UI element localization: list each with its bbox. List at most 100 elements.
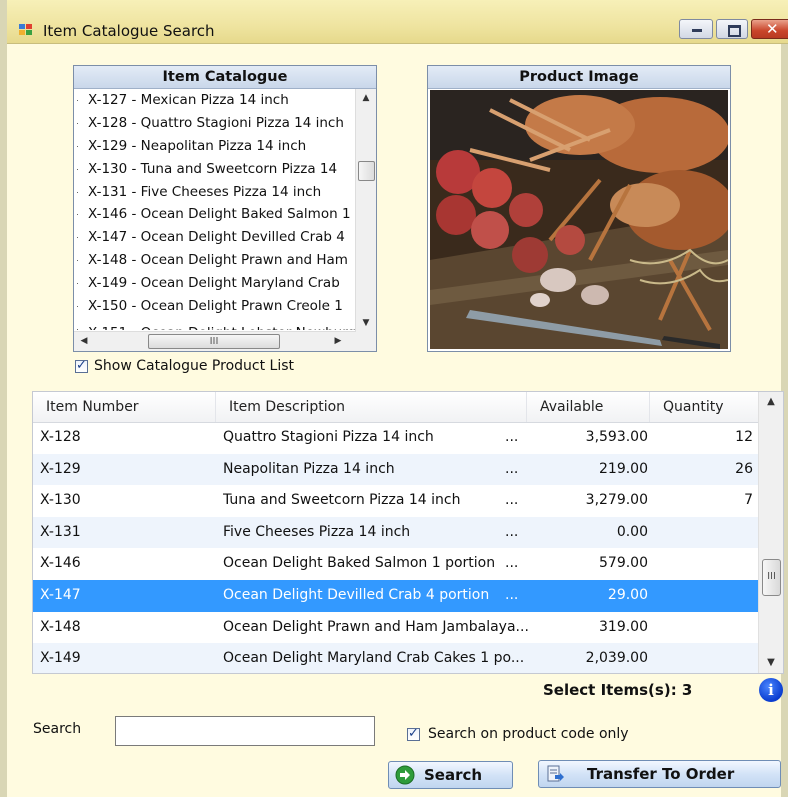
scroll-right-icon[interactable]: ▶ xyxy=(330,332,346,351)
table-row[interactable]: X-130 Tuna and Sweetcorn Pizza 14 inch .… xyxy=(33,485,760,517)
item-number-cell: X-130 xyxy=(40,492,81,509)
catalogue-list-item[interactable]: X-151 - Ocean Delight Lobster Newburg xyxy=(74,318,356,330)
window-title: Item Catalogue Search xyxy=(43,22,215,40)
scroll-corner xyxy=(356,332,376,351)
scroll-up-icon[interactable]: ▲ xyxy=(759,392,783,412)
catalogue-list-item[interactable]: X-131 - Five Cheeses Pizza 14 inch xyxy=(74,181,356,204)
catalogue-list-item[interactable]: X-147 - Ocean Delight Devilled Crab 4 xyxy=(74,226,356,249)
app-icon xyxy=(19,24,33,36)
table-row[interactable]: X-149 Ocean Delight Maryland Crab Cakes … xyxy=(33,643,760,673)
available-cell: 3,593.00 xyxy=(585,429,648,445)
product-image-panel: Product Image xyxy=(427,65,731,352)
item-number-cell: X-149 xyxy=(40,650,81,667)
table-row-selected[interactable]: X-147 Ocean Delight Devilled Crab 4 port… xyxy=(33,580,760,612)
catalogue-list-item[interactable]: X-146 - Ocean Delight Baked Salmon 1 xyxy=(74,203,356,226)
search-button-label: Search xyxy=(424,766,483,784)
item-number-cell: X-131 xyxy=(40,523,81,540)
code-only-checkbox[interactable]: ✓ xyxy=(407,726,420,741)
item-description-cell: Neapolitan Pizza 14 inch xyxy=(223,460,395,477)
catalogue-list-item[interactable]: X-130 - Tuna and Sweetcorn Pizza 14 xyxy=(74,158,356,181)
catalogue-list-item[interactable]: X-148 - Ocean Delight Prawn and Ham xyxy=(74,249,356,272)
catalogue-list-item[interactable]: X-128 - Quattro Stagioni Pizza 14 inch xyxy=(74,112,356,135)
details-ellipsis-button[interactable]: ... xyxy=(505,548,535,580)
item-description-cell: Five Cheeses Pizza 14 inch xyxy=(223,523,411,540)
catalogue-search-window: Item Catalogue Search ✕ Item Catalogue X… xyxy=(0,0,788,797)
column-header-item-number[interactable]: Item Number xyxy=(33,392,216,422)
grid-scroll-thumb[interactable]: III xyxy=(762,559,781,596)
details-ellipsis-button[interactable]: ... xyxy=(505,517,535,549)
item-number-cell: X-146 xyxy=(40,555,81,572)
scroll-down-icon[interactable]: ▼ xyxy=(356,314,376,332)
item-description-cell: Tuna and Sweetcorn Pizza 14 inch xyxy=(223,492,461,509)
info-icon[interactable]: i xyxy=(759,678,783,702)
table-row[interactable]: X-131 Five Cheeses Pizza 14 inch ... 0.0… xyxy=(33,516,760,549)
search-button[interactable]: Search xyxy=(388,761,513,789)
check-icon: ✓ xyxy=(76,357,87,373)
details-ellipsis-button[interactable]: ... xyxy=(505,580,535,612)
available-cell: 319.00 xyxy=(599,618,648,635)
transfer-to-order-button[interactable]: Transfer To Order xyxy=(538,760,781,788)
item-number-cell: X-147 xyxy=(40,587,81,603)
item-description-cell: Quattro Stagioni Pizza 14 inch xyxy=(223,429,434,445)
item-catalogue-panel: Item Catalogue X-127 - Mexican Pizza 14 … xyxy=(73,65,377,352)
catalogue-hscroll-thumb[interactable]: III xyxy=(148,334,280,349)
scroll-left-icon[interactable]: ◀ xyxy=(76,332,92,351)
minimize-icon xyxy=(692,29,702,32)
product-image-header: Product Image xyxy=(428,66,730,89)
catalogue-list-item[interactable]: X-150 - Ocean Delight Prawn Creole 1 xyxy=(74,295,356,318)
available-cell: 29.00 xyxy=(607,587,648,603)
arrow-right-icon xyxy=(395,765,415,785)
item-description-cell: Ocean Delight Prawn and Ham Jambalaya... xyxy=(223,618,529,635)
quantity-cell[interactable]: 12 xyxy=(655,422,753,454)
minimize-button[interactable] xyxy=(679,19,713,39)
title-bar[interactable]: Item Catalogue Search ✕ xyxy=(7,0,788,44)
catalogue-list-item[interactable]: X-129 - Neapolitan Pizza 14 inch xyxy=(74,135,356,158)
catalogue-vscroll-thumb[interactable] xyxy=(358,161,375,181)
item-number-cell: X-148 xyxy=(40,618,81,635)
available-cell: 3,279.00 xyxy=(585,492,648,509)
column-header-available[interactable]: Available xyxy=(527,392,650,422)
close-button[interactable]: ✕ xyxy=(751,19,788,39)
item-catalogue-list[interactable]: X-127 - Mexican Pizza 14 inch X-128 - Qu… xyxy=(74,89,356,332)
table-row[interactable]: X-146 Ocean Delight Baked Salmon 1 porti… xyxy=(33,548,760,580)
grid-vertical-scrollbar[interactable]: ▲ III ▼ xyxy=(758,392,783,673)
selected-items-count: Select Items(s): 3 xyxy=(543,681,693,699)
catalogue-horizontal-scrollbar[interactable]: ◀ III ▶ xyxy=(74,331,356,351)
quantity-cell[interactable]: 26 xyxy=(655,454,753,486)
transfer-button-label: Transfer To Order xyxy=(587,765,735,783)
product-photo xyxy=(430,90,728,349)
item-description-cell: Ocean Delight Baked Salmon 1 portion xyxy=(223,555,496,572)
item-number-cell: X-128 xyxy=(40,429,81,445)
transfer-icon xyxy=(547,765,564,782)
catalogue-list-item[interactable]: X-127 - Mexican Pizza 14 inch xyxy=(74,89,356,112)
table-row[interactable]: X-129 Neapolitan Pizza 14 inch ... 219.0… xyxy=(33,453,760,486)
catalogue-list-item[interactable]: X-149 - Ocean Delight Maryland Crab xyxy=(74,272,356,295)
item-number-cell: X-129 xyxy=(40,460,81,477)
column-header-quantity[interactable]: Quantity xyxy=(650,392,760,422)
grid-header: Item Number Item Description Available Q… xyxy=(33,392,760,423)
search-label: Search xyxy=(33,721,82,737)
show-catalogue-checkbox-row[interactable]: ✓ Show Catalogue Product List xyxy=(75,358,294,374)
table-row[interactable]: X-148 Ocean Delight Prawn and Ham Jambal… xyxy=(33,612,760,644)
code-only-checkbox-row[interactable]: ✓ Search on product code only xyxy=(407,726,629,742)
column-header-item-description[interactable]: Item Description xyxy=(216,392,527,422)
maximize-button[interactable] xyxy=(716,19,748,39)
available-cell: 0.00 xyxy=(616,523,648,540)
item-description-cell: Ocean Delight Devilled Crab 4 portion xyxy=(223,587,490,603)
table-row[interactable]: X-128 Quattro Stagioni Pizza 14 inch ...… xyxy=(33,422,760,454)
details-ellipsis-button[interactable]: ... xyxy=(505,485,535,517)
scroll-up-icon[interactable]: ▲ xyxy=(356,89,376,107)
maximize-icon xyxy=(728,25,741,37)
item-catalogue-header: Item Catalogue xyxy=(74,66,376,89)
details-ellipsis-button[interactable]: ... xyxy=(505,454,535,486)
available-cell: 579.00 xyxy=(599,555,648,572)
search-input[interactable] xyxy=(115,716,375,746)
code-only-label: Search on product code only xyxy=(428,726,629,742)
quantity-cell[interactable]: 7 xyxy=(655,485,753,517)
catalogue-vertical-scrollbar[interactable]: ▲ ▼ xyxy=(355,89,376,332)
items-grid[interactable]: Item Number Item Description Available Q… xyxy=(32,391,784,674)
show-catalogue-checkbox[interactable]: ✓ xyxy=(75,357,88,373)
details-ellipsis-button[interactable]: ... xyxy=(505,422,535,454)
available-cell: 2,039.00 xyxy=(585,650,648,667)
scroll-down-icon[interactable]: ▼ xyxy=(759,653,783,673)
